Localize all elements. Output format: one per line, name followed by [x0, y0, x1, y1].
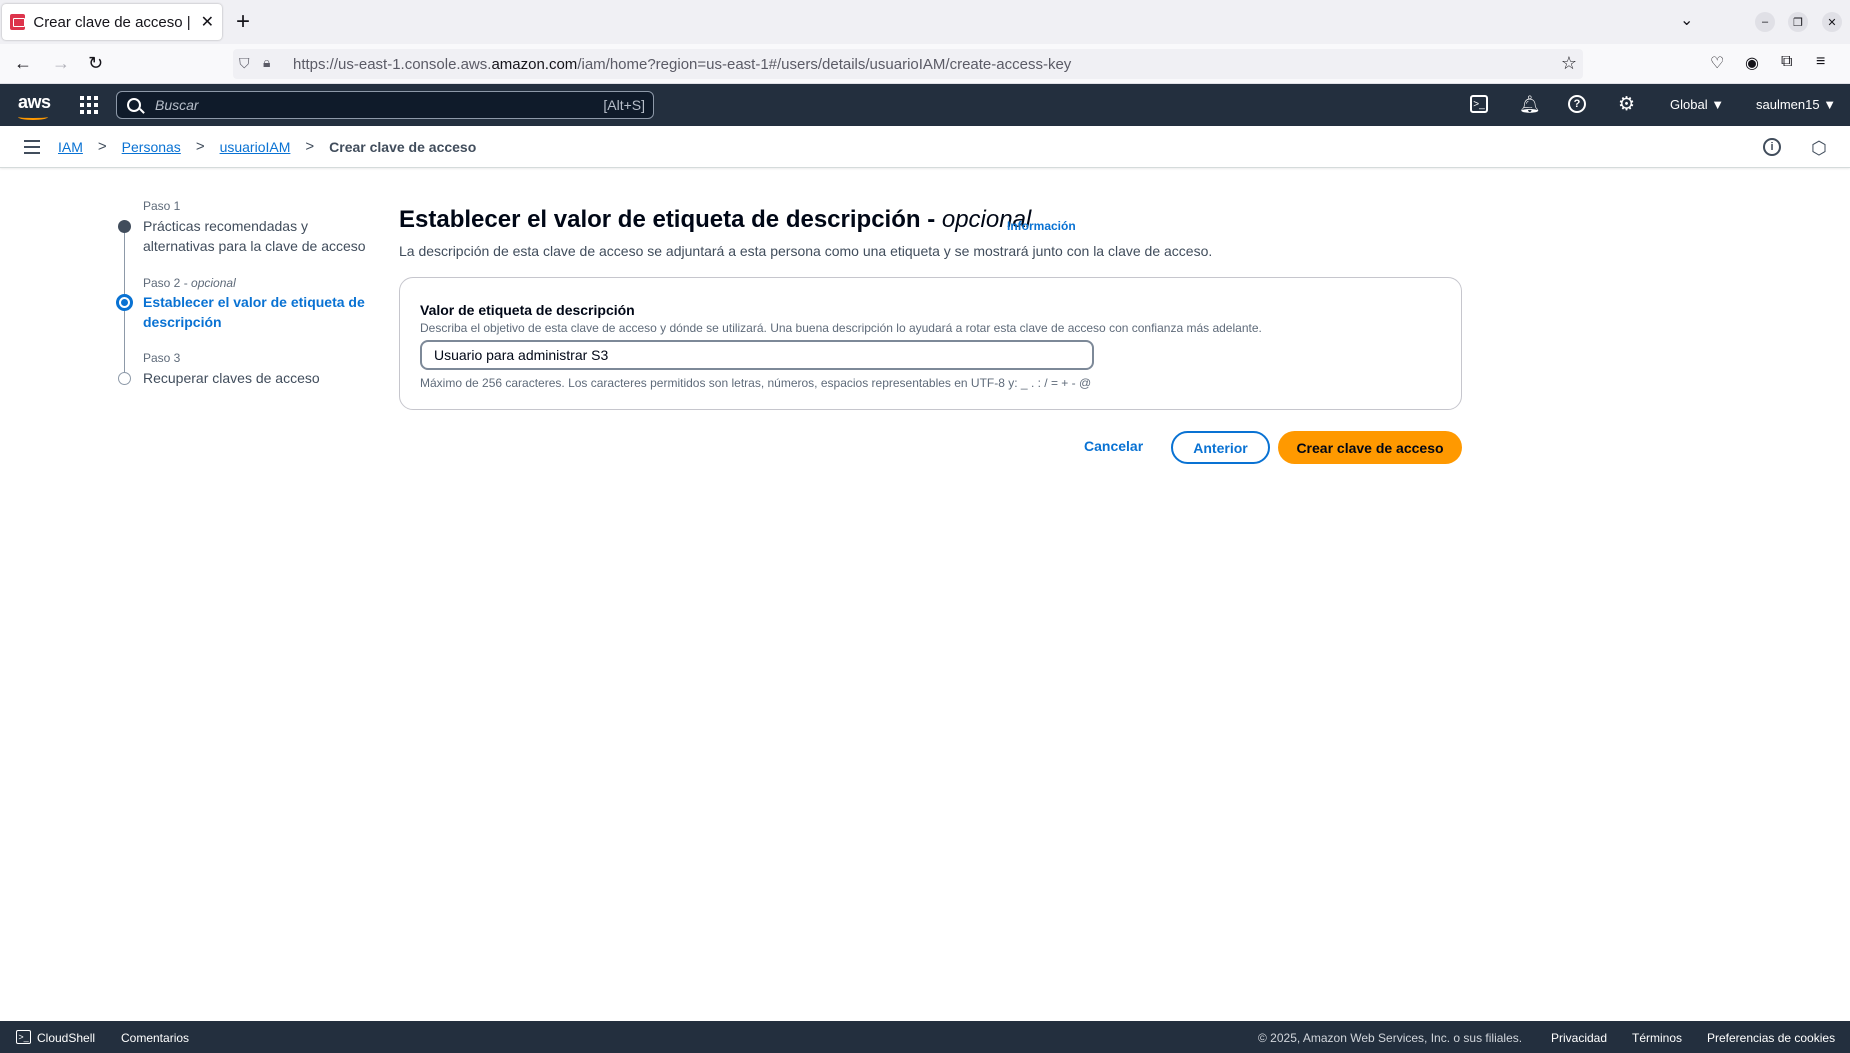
breadcrumb-current: Crear clave de acceso — [329, 138, 477, 155]
breadcrumb-usuarioiam[interactable]: usuarioIAM — [220, 139, 291, 155]
browser-tab[interactable]: Crear clave de acceso | IA ✕ — [2, 4, 222, 40]
privacy-link[interactable]: Privacidad — [1551, 1031, 1607, 1045]
lock-icon[interactable]: 🔒︎ — [263, 54, 270, 71]
chevron-right-icon: > — [97, 138, 107, 155]
previous-button[interactable]: Anterior — [1171, 431, 1270, 464]
settings-gear-icon[interactable]: ⚙ — [1618, 93, 1635, 116]
minimize-icon[interactable]: – — [1755, 12, 1775, 32]
chevron-right-icon: > — [195, 138, 205, 155]
chevron-right-icon: > — [305, 138, 315, 155]
step-1-label[interactable]: Prácticas recomendadas y alternativas pa… — [143, 216, 373, 256]
cookie-preferences-link[interactable]: Preferencias de cookies — [1707, 1031, 1835, 1045]
aws-logo[interactable]: aws — [18, 92, 51, 113]
new-tab-button[interactable]: + — [236, 8, 250, 36]
forward-icon[interactable]: → — [52, 53, 70, 74]
aws-console-header: aws Buscar [Alt+S] >_ 🔔︎ ? ⚙ Global ▼ sa… — [0, 84, 1850, 126]
step-3-number: Paso 3 — [143, 351, 181, 365]
step-1-number: Paso 1 — [143, 199, 181, 213]
list-tabs-chevron-icon[interactable]: ⌄ — [1680, 10, 1693, 30]
notifications-bell-icon[interactable]: 🔔︎ — [1519, 95, 1541, 115]
iam-favicon-icon — [10, 14, 26, 30]
extensions-icon[interactable]: ⧉ — [1781, 53, 1792, 71]
region-selector[interactable]: Global ▼ — [1670, 97, 1724, 112]
step-3-indicator — [118, 372, 131, 385]
terms-link[interactable]: Términos — [1632, 1031, 1682, 1045]
breadcrumb-bar: IAM > Personas > usuarioIAM > Crear clav… — [0, 126, 1850, 168]
side-nav-hamburger-icon[interactable] — [24, 140, 40, 154]
search-icon — [127, 98, 141, 112]
cloudshell-footer-icon[interactable]: >_ — [16, 1030, 31, 1044]
restore-icon[interactable]: ❐ — [1788, 12, 1808, 32]
cloudshell-link[interactable]: CloudShell — [37, 1031, 95, 1045]
aws-logo-smile — [18, 114, 48, 120]
tab-close-icon[interactable]: ✕ — [201, 12, 214, 32]
step-1-indicator — [118, 220, 131, 233]
breadcrumb-personas[interactable]: Personas — [122, 139, 181, 155]
cancel-button[interactable]: Cancelar — [1084, 438, 1143, 454]
step-2-number: Paso 2 - opcional — [143, 276, 236, 290]
description-tag-card: Valor de etiqueta de descripción Describ… — [399, 277, 1462, 410]
shield-icon[interactable]: ⛉ — [239, 55, 250, 72]
url-text: https://us-east-1.console.aws.amazon.com… — [293, 55, 1072, 73]
step-3-label: Recuperar claves de acceso — [143, 370, 320, 386]
cloudshell-icon[interactable]: >_ — [1470, 95, 1488, 113]
description-tag-input[interactable] — [420, 340, 1094, 370]
url-bar[interactable]: ⛉ 🔒︎ https://us-east-1.console.aws.amazo… — [233, 49, 1583, 79]
browser-tab-bar: Crear clave de acceso | IA ✕ + ⌄ – ❐ ✕ — [0, 0, 1850, 44]
services-grid-icon[interactable] — [80, 96, 98, 114]
field-description: Describa el objetivo de esta clave de ac… — [420, 321, 1262, 335]
breadcrumb-iam[interactable]: IAM — [58, 139, 83, 155]
breadcrumb: IAM > Personas > usuarioIAM > Crear clav… — [58, 138, 476, 155]
close-window-icon[interactable]: ✕ — [1822, 12, 1842, 32]
console-footer: >_ CloudShell Comentarios © 2025, Amazon… — [0, 1021, 1850, 1053]
search-shortcut: [Alt+S] — [603, 97, 645, 113]
reload-icon[interactable]: ↻ — [88, 53, 103, 74]
field-label: Valor de etiqueta de descripción — [420, 302, 635, 318]
browser-navbar: ← → ↻ ⛉ 🔒︎ https://us-east-1.console.aws… — [0, 44, 1850, 84]
page-title: Establecer el valor de etiqueta de descr… — [399, 206, 1032, 233]
create-access-key-button[interactable]: Crear clave de acceso — [1278, 431, 1462, 464]
info-link[interactable]: Información — [1007, 219, 1076, 233]
search-placeholder: Buscar — [155, 97, 199, 113]
account-menu[interactable]: saulmen15 ▼ — [1756, 97, 1836, 112]
help-icon[interactable]: ? — [1568, 95, 1586, 113]
menu-icon[interactable]: ≡ — [1816, 53, 1825, 71]
bookmark-star-icon[interactable]: ☆ — [1561, 53, 1577, 74]
feedback-link[interactable]: Comentarios — [121, 1031, 189, 1045]
field-constraint-hint: Máximo de 256 caracteres. Los caracteres… — [420, 376, 1092, 390]
pocket-icon[interactable]: ♡ — [1710, 53, 1724, 73]
copyright-text: © 2025, Amazon Web Services, Inc. o sus … — [1258, 1031, 1523, 1045]
info-panel-icon[interactable]: i — [1763, 138, 1781, 156]
page-description: La descripción de esta clave de acceso s… — [399, 243, 1213, 259]
step-2-indicator — [116, 294, 133, 311]
account-icon[interactable]: ◉ — [1745, 53, 1759, 73]
tab-title: Crear clave de acceso | IA — [33, 13, 195, 31]
step-2-label: Establecer el valor de etiqueta de descr… — [143, 294, 365, 330]
back-icon[interactable]: ← — [14, 53, 32, 74]
hexagon-settings-icon[interactable]: ⬡ — [1811, 138, 1827, 159]
search-input[interactable]: Buscar [Alt+S] — [116, 91, 654, 119]
